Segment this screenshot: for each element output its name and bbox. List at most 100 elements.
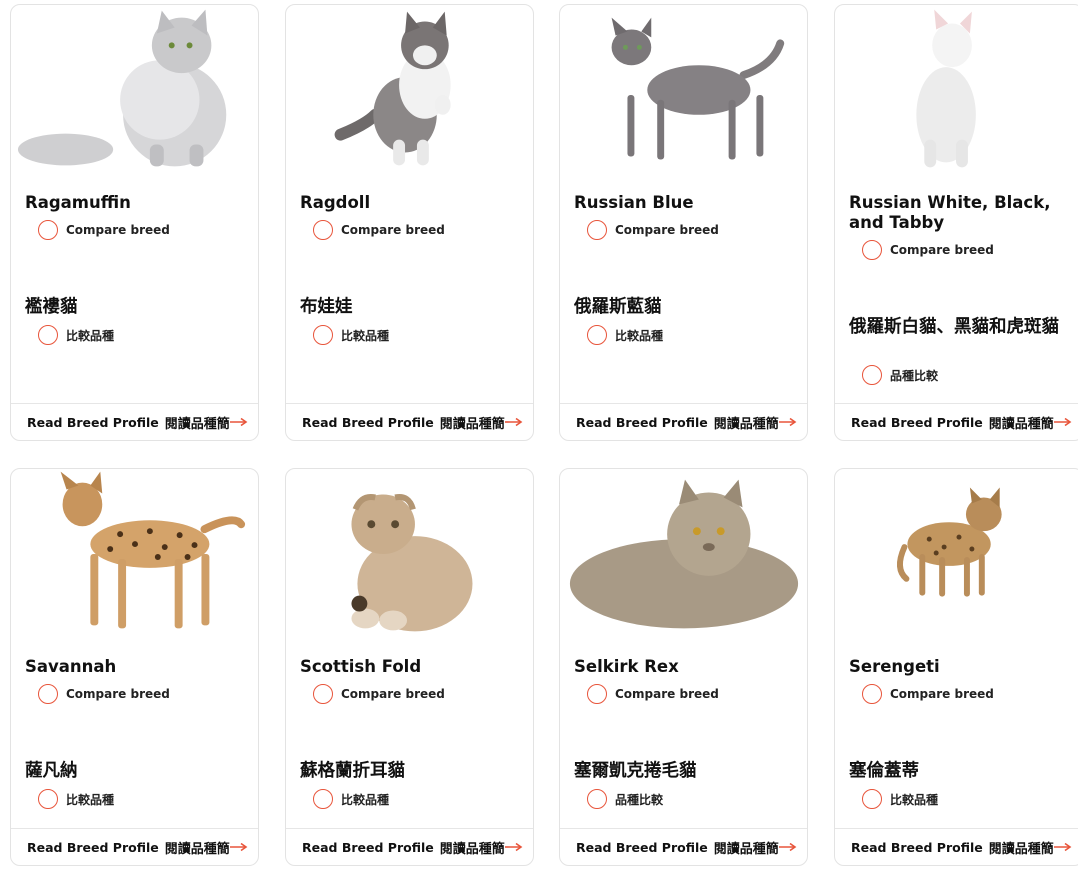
read-label-zh: 閱讀品種簡 — [164, 841, 230, 857]
compare-label-zh: 比較品種 — [890, 792, 939, 807]
compare-label: Compare breed — [615, 223, 719, 237]
compare-breed-checkbox[interactable]: Compare breed — [38, 684, 170, 704]
compare-breed-checkbox[interactable]: Compare breed — [862, 684, 994, 704]
arrow-right-icon — [1053, 842, 1072, 852]
compare-radio-circle[interactable] — [38, 684, 58, 704]
read-breed-profile-link[interactable]: Read Breed Profile 閱讀品種簡 — [11, 828, 258, 865]
breed-image[interactable] — [560, 5, 807, 175]
breed-card-ragamuffin: Ragamuffin Compare breed 襤褸貓 比較品種 Read B… — [10, 4, 259, 441]
compare-radio-circle[interactable] — [38, 220, 58, 240]
compare-breed-checkbox-zh[interactable]: 品種比較 — [587, 789, 663, 809]
compare-breed-checkbox-zh[interactable]: 比較品種 — [38, 325, 114, 345]
compare-breed-checkbox-zh[interactable]: 比較品種 — [313, 325, 389, 345]
compare-radio-circle[interactable] — [587, 684, 607, 704]
compare-label-zh: 比較品種 — [341, 792, 390, 807]
compare-radio-circle[interactable] — [38, 325, 58, 345]
compare-breed-checkbox-zh[interactable]: 比較品種 — [862, 789, 938, 809]
arrow-right-icon — [229, 417, 248, 427]
breed-name-zh[interactable]: 襤褸貓 — [25, 297, 248, 317]
compare-label: Compare breed — [341, 223, 445, 237]
breed-name[interactable]: Ragdoll — [300, 193, 523, 213]
read-label-zh: 閱讀品種簡 — [988, 416, 1054, 432]
compare-radio-circle[interactable] — [313, 684, 333, 704]
compare-radio-circle[interactable] — [313, 789, 333, 809]
compare-radio-circle[interactable] — [862, 240, 882, 260]
read-label: Read Breed Profile — [302, 839, 434, 855]
compare-breed-checkbox-zh[interactable]: 比較品種 — [313, 789, 389, 809]
breed-image[interactable] — [835, 469, 1078, 639]
breed-name[interactable]: Ragamuffin — [25, 193, 248, 213]
compare-label: Compare breed — [66, 223, 170, 237]
compare-radio-circle[interactable] — [862, 789, 882, 809]
arrow-right-icon — [778, 842, 797, 852]
read-label: Read Breed Profile — [27, 839, 159, 855]
arrow-right-icon — [778, 417, 797, 427]
compare-radio-circle[interactable] — [38, 789, 58, 809]
compare-radio-circle[interactable] — [587, 789, 607, 809]
read-breed-profile-link[interactable]: Read Breed Profile 閱讀品種簡 — [286, 403, 533, 440]
compare-radio-circle[interactable] — [313, 325, 333, 345]
breed-name-zh[interactable]: 布娃娃 — [300, 297, 523, 317]
breed-image[interactable] — [286, 5, 533, 175]
breed-name[interactable]: Serengeti — [849, 657, 1073, 677]
breed-name-zh[interactable]: 俄羅斯白貓、黑貓和虎斑貓 — [849, 317, 1073, 337]
compare-radio-circle[interactable] — [587, 220, 607, 240]
read-label: Read Breed Profile — [576, 414, 708, 430]
read-label-zh: 閱讀品種簡 — [713, 841, 779, 857]
breed-name[interactable]: Savannah — [25, 657, 248, 677]
compare-label: Compare breed — [341, 687, 445, 701]
read-breed-profile-link[interactable]: Read Breed Profile 閱讀品種簡 — [11, 403, 258, 440]
compare-radio-circle[interactable] — [862, 365, 882, 385]
breed-image[interactable] — [286, 469, 533, 639]
read-breed-profile-link[interactable]: Read Breed Profile 閱讀品種簡 — [835, 403, 1078, 440]
compare-label: Compare breed — [890, 687, 994, 701]
breed-name-zh[interactable]: 蘇格蘭折耳貓 — [300, 761, 523, 781]
arrow-right-icon — [504, 842, 523, 852]
compare-breed-checkbox-zh[interactable]: 品種比較 — [862, 365, 938, 385]
read-label: Read Breed Profile — [576, 839, 708, 855]
compare-label-zh: 比較品種 — [66, 792, 115, 807]
compare-label-zh: 比較品種 — [341, 328, 390, 343]
read-label: Read Breed Profile — [851, 414, 983, 430]
breed-image[interactable] — [835, 5, 1078, 175]
read-breed-profile-link[interactable]: Read Breed Profile 閱讀品種簡 — [286, 828, 533, 865]
compare-radio-circle[interactable] — [313, 220, 333, 240]
breed-name-zh[interactable]: 塞爾凱克捲毛貓 — [574, 761, 797, 781]
read-label-zh: 閱讀品種簡 — [439, 841, 505, 857]
breed-name[interactable]: Russian Blue — [574, 193, 797, 213]
compare-label: Compare breed — [66, 687, 170, 701]
breed-name[interactable]: Russian White, Black, and Tabby — [849, 193, 1073, 233]
compare-breed-checkbox[interactable]: Compare breed — [313, 220, 445, 240]
breed-image[interactable] — [560, 469, 807, 639]
breed-name-zh[interactable]: 俄羅斯藍貓 — [574, 297, 797, 317]
breed-card-scottish-fold: Scottish Fold Compare breed 蘇格蘭折耳貓 比較品種 … — [285, 468, 534, 866]
compare-radio-circle[interactable] — [862, 684, 882, 704]
arrow-right-icon — [229, 842, 248, 852]
breed-image[interactable] — [11, 5, 258, 175]
compare-breed-checkbox[interactable]: Compare breed — [38, 220, 170, 240]
breed-name[interactable]: Selkirk Rex — [574, 657, 797, 677]
read-label: Read Breed Profile — [302, 414, 434, 430]
read-breed-profile-link[interactable]: Read Breed Profile 閱讀品種簡 — [560, 403, 807, 440]
breed-name-zh[interactable]: 塞倫蓋蒂 — [849, 761, 1073, 781]
read-label-zh: 閱讀品種簡 — [988, 841, 1054, 857]
compare-label: Compare breed — [615, 687, 719, 701]
compare-breed-checkbox-zh[interactable]: 比較品種 — [587, 325, 663, 345]
read-label-zh: 閱讀品種簡 — [164, 416, 230, 432]
compare-label: Compare breed — [890, 243, 994, 257]
breed-name-zh[interactable]: 薩凡納 — [25, 761, 248, 781]
breed-name[interactable]: Scottish Fold — [300, 657, 523, 677]
read-label-zh: 閱讀品種簡 — [439, 416, 505, 432]
read-label-zh: 閱讀品種簡 — [713, 416, 779, 432]
read-breed-profile-link[interactable]: Read Breed Profile 閱讀品種簡 — [560, 828, 807, 865]
read-label: Read Breed Profile — [851, 839, 983, 855]
compare-breed-checkbox[interactable]: Compare breed — [862, 240, 994, 260]
read-breed-profile-link[interactable]: Read Breed Profile 閱讀品種簡 — [835, 828, 1078, 865]
breed-image[interactable] — [11, 469, 258, 639]
compare-breed-checkbox[interactable]: Compare breed — [313, 684, 445, 704]
compare-breed-checkbox[interactable]: Compare breed — [587, 684, 719, 704]
compare-radio-circle[interactable] — [587, 325, 607, 345]
breed-card-serengeti: Serengeti Compare breed 塞倫蓋蒂 比較品種 Read B… — [834, 468, 1078, 866]
compare-breed-checkbox[interactable]: Compare breed — [587, 220, 719, 240]
compare-breed-checkbox-zh[interactable]: 比較品種 — [38, 789, 114, 809]
